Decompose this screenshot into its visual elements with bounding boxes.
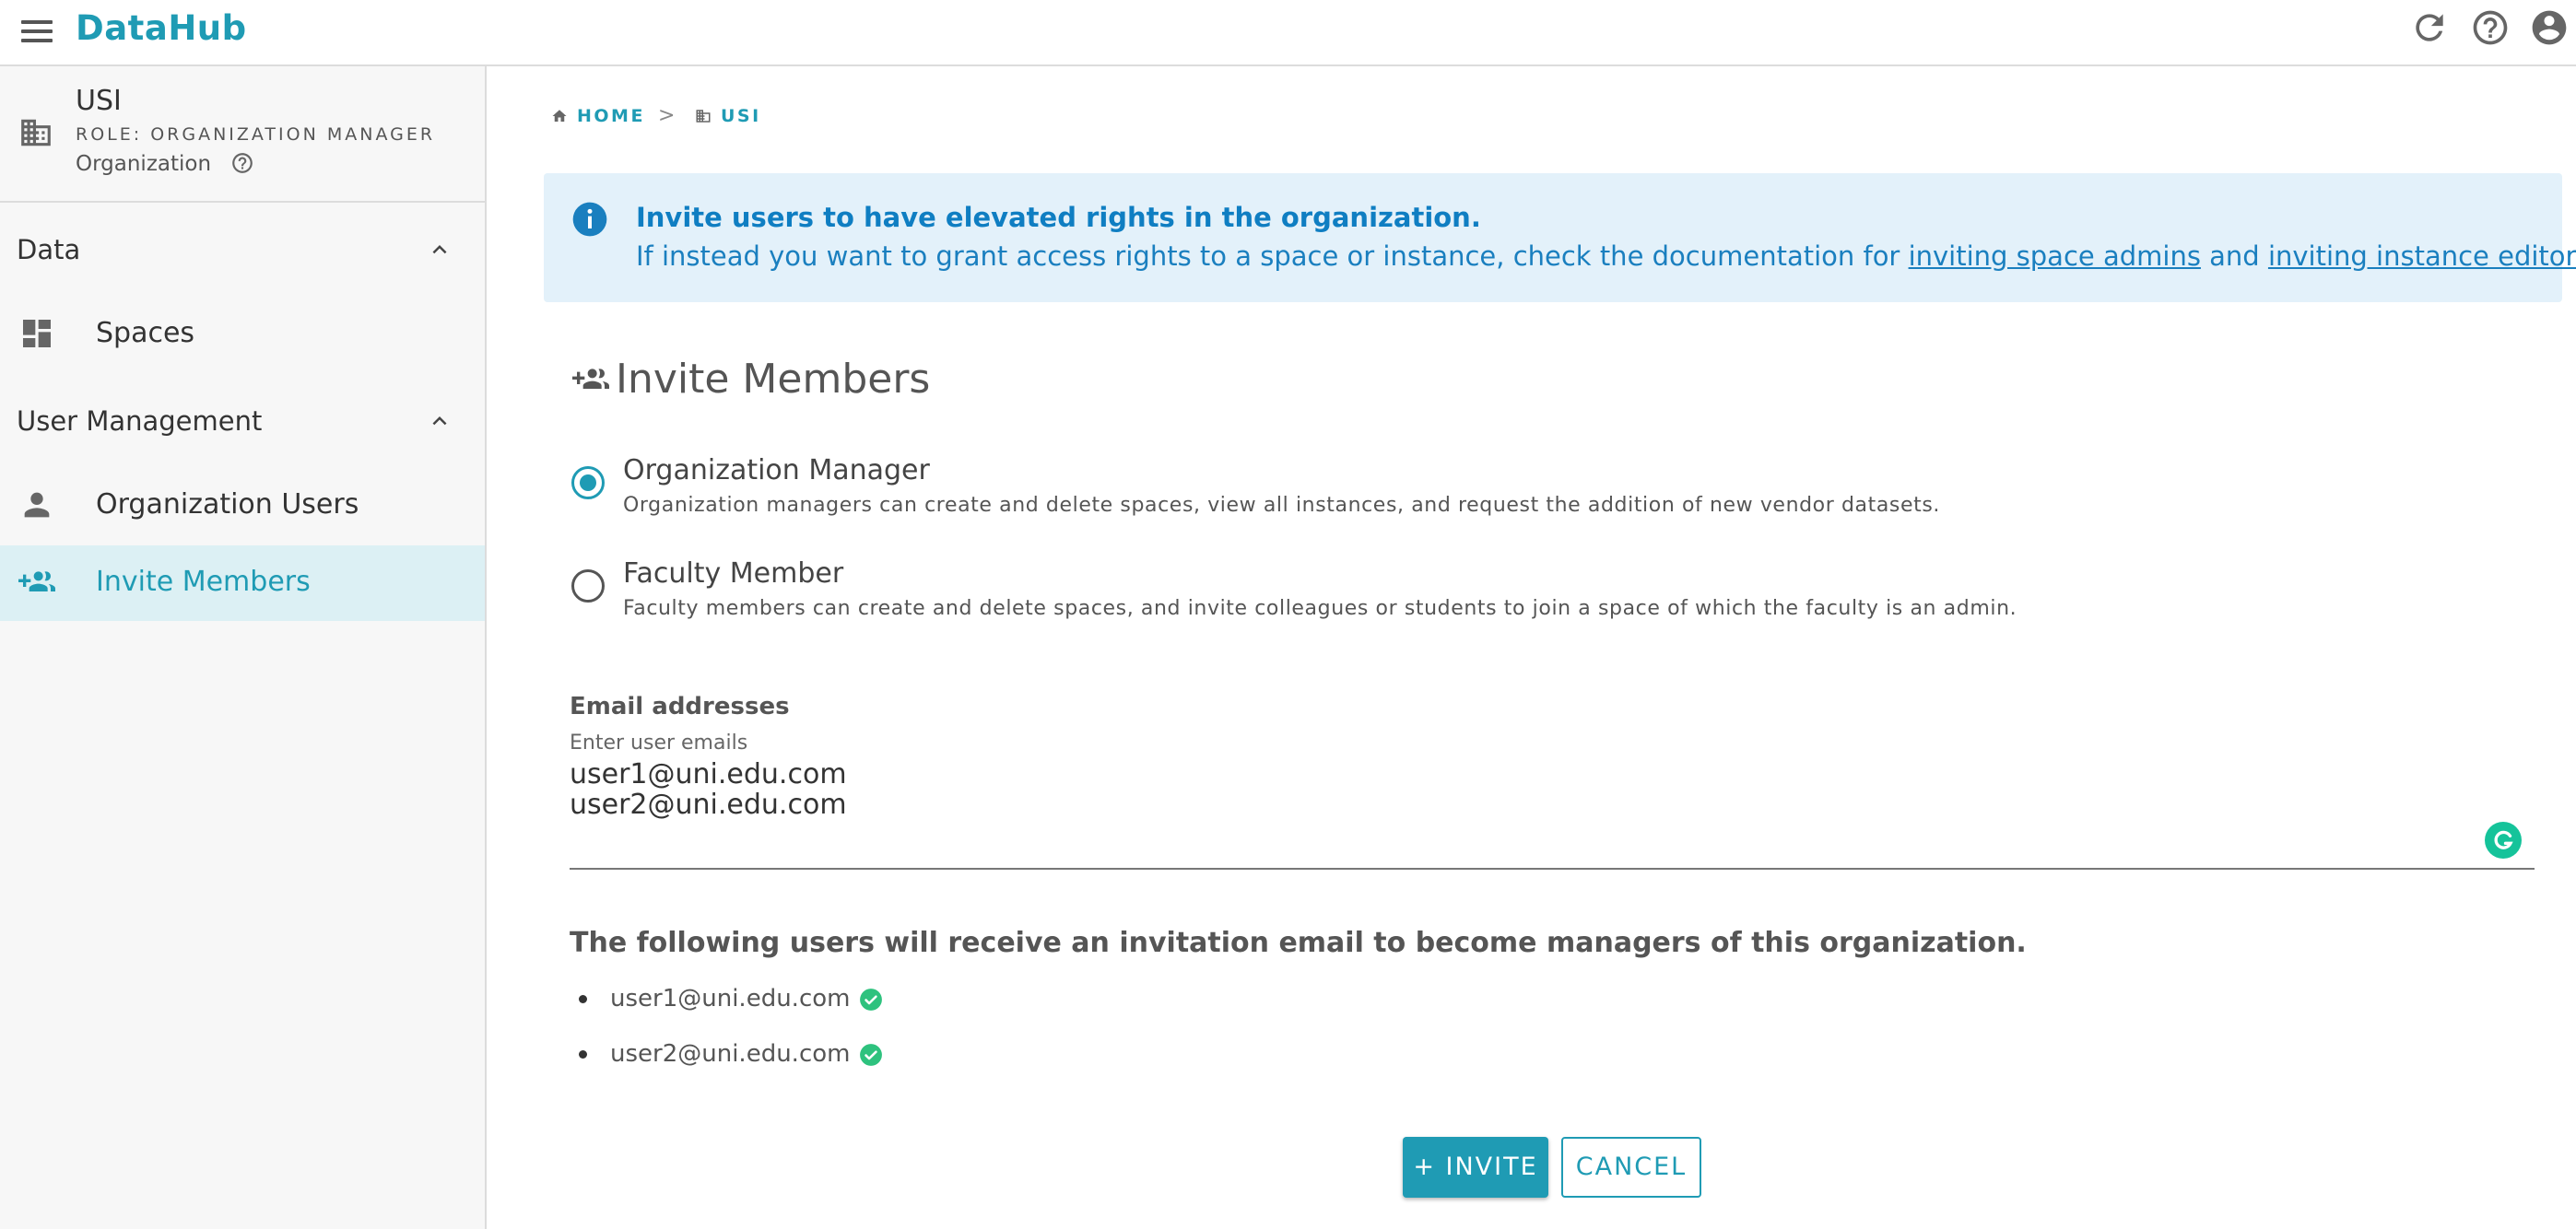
- top-app-bar: DataHub: [0, 0, 2576, 66]
- sidebar-item-label: Invite Members: [96, 566, 311, 598]
- account-icon[interactable]: [2529, 7, 2570, 48]
- faculty-member-radio[interactable]: [571, 569, 605, 603]
- email-field-hint: Enter user emails: [570, 732, 748, 755]
- role-option-faculty-member[interactable]: Faculty Member Faculty members can creat…: [570, 556, 2505, 630]
- check-circle-icon: [860, 1044, 882, 1066]
- chevron-up-icon: [432, 245, 447, 254]
- invite-button[interactable]: + INVITE: [1403, 1137, 1548, 1198]
- inviting-instance-editors-link[interactable]: inviting instance editors: [2268, 240, 2576, 272]
- group-add-icon: [18, 571, 55, 591]
- breadcrumb-separator: >: [658, 104, 676, 127]
- sidebar-item-spaces[interactable]: Spaces: [0, 297, 485, 372]
- bullet: [579, 1050, 587, 1059]
- help-circle-icon[interactable]: [230, 151, 254, 175]
- inviting-space-admins-link[interactable]: inviting space admins: [1909, 240, 2201, 272]
- info-icon: [572, 202, 607, 237]
- building-icon: [696, 110, 711, 123]
- home-icon: [552, 110, 567, 122]
- breadcrumb-home[interactable]: HOME: [551, 103, 643, 129]
- group-add-icon: [572, 369, 609, 389]
- role-title: Faculty Member: [623, 557, 844, 590]
- organization-manager-radio[interactable]: [571, 466, 605, 499]
- invitation-summary-title: The following users will receive an invi…: [570, 927, 2027, 959]
- info-body-text: If instead you want to grant access righ…: [636, 240, 1909, 272]
- invitee-email: user1@uni.edu.com: [610, 985, 851, 1012]
- sidebar: USI ROLE: ORGANIZATION MANAGER Organizat…: [0, 66, 487, 1229]
- email-addresses-label: Email addresses: [570, 693, 790, 720]
- info-title: Invite users to have elevated rights in …: [636, 202, 1481, 233]
- page-title: Invite Members: [616, 356, 931, 403]
- section-user-management-header[interactable]: User Management: [0, 389, 485, 453]
- org-role: ROLE: ORGANIZATION MANAGER: [76, 124, 436, 145]
- org-header: USI ROLE: ORGANIZATION MANAGER Organizat…: [0, 66, 485, 203]
- section-data-label: Data: [17, 234, 81, 265]
- person-icon: [24, 492, 50, 518]
- check-circle-icon: [860, 989, 882, 1011]
- info-alert: Invite users to have elevated rights in …: [544, 173, 2576, 302]
- help-icon[interactable]: [2470, 7, 2511, 48]
- chevron-up-icon: [432, 416, 447, 426]
- bullet: [579, 995, 587, 1003]
- sidebar-item-organization-users[interactable]: Organization Users: [0, 468, 485, 544]
- role-title: Organization Manager: [623, 454, 930, 486]
- sidebar-item-label: Spaces: [96, 317, 195, 349]
- invitee-email: user2@uni.edu.com: [610, 1040, 851, 1068]
- dashboard-icon: [23, 320, 51, 347]
- grammarly-icon[interactable]: [2485, 822, 2522, 859]
- section-data-header[interactable]: Data: [0, 217, 485, 282]
- info-body: If instead you want to grant access righ…: [636, 240, 2576, 273]
- section-user-management-label: User Management: [17, 405, 263, 437]
- sidebar-item-invite-members[interactable]: Invite Members: [0, 545, 485, 621]
- menu-icon[interactable]: [18, 13, 55, 50]
- email-field: Enter user emails user1@uni.edu.com user…: [570, 728, 2535, 870]
- cancel-button[interactable]: CANCEL: [1561, 1137, 1701, 1198]
- org-type: Organization: [76, 152, 212, 176]
- breadcrumb-usi[interactable]: USI: [695, 103, 769, 129]
- breadcrumb-usi-label: USI: [721, 106, 761, 126]
- refresh-icon[interactable]: [2409, 7, 2450, 48]
- breadcrumb-home-label: HOME: [577, 106, 645, 126]
- info-body-text: and: [2200, 240, 2268, 272]
- role-description: Faculty members can create and delete sp…: [623, 597, 2017, 620]
- role-option-organization-manager[interactable]: Organization Manager Organization manage…: [570, 453, 2505, 527]
- role-description: Organization managers can create and del…: [623, 494, 1941, 517]
- building-icon: [21, 119, 51, 146]
- email-textarea[interactable]: user1@uni.edu.com user2@uni.edu.com: [570, 759, 2487, 862]
- app-title[interactable]: DataHub: [76, 6, 247, 52]
- sidebar-item-label: Organization Users: [96, 488, 359, 521]
- org-name: USI: [76, 85, 122, 117]
